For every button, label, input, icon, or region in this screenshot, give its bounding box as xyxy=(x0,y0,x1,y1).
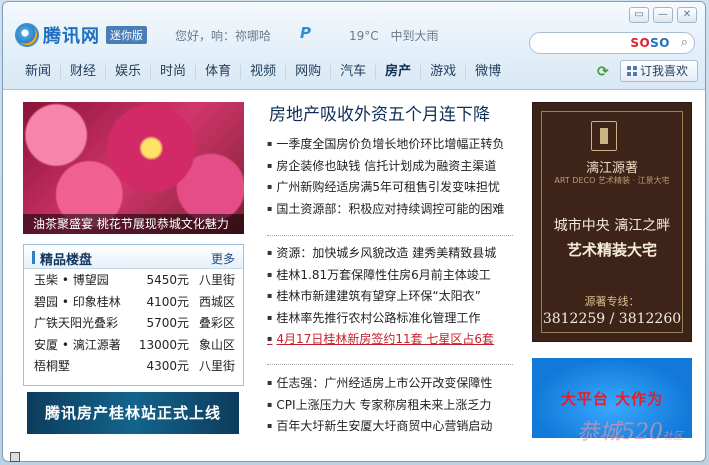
news-item[interactable]: 桂林市新建建筑有望穿上环保“太阳衣” xyxy=(267,285,517,307)
close-button[interactable]: ✕ xyxy=(677,7,697,23)
refresh-icon[interactable]: ⟳ xyxy=(597,64,609,80)
nav-item-weibo[interactable]: 微博 xyxy=(466,65,510,79)
news-item[interactable]: 资源：加快城乡风貌改造 建秀美精致县城 xyxy=(267,242,517,264)
property-row[interactable]: 碧园 • 印象桂林 4100元 西城区 xyxy=(24,291,243,313)
search-input[interactable]: SOSO ⌕ xyxy=(529,32,695,54)
weather-info[interactable]: 19°C 中到大雨 xyxy=(349,27,447,44)
minimize-button[interactable]: — xyxy=(653,7,673,23)
ad-slogan-main: 艺术精装大宅 xyxy=(566,241,657,259)
news-item[interactable]: 一季度全国房价负增长地价环比增幅正转负 xyxy=(267,133,517,155)
taskbar-app-icon[interactable] xyxy=(10,452,20,462)
channel-nav: 新闻 财经 娱乐 时尚 体育 视频 网购 汽车 房产 游戏 微博 xyxy=(17,60,510,84)
nav-item-house[interactable]: 房产 xyxy=(376,65,422,79)
property-name[interactable]: 广铁天阳光叠彩 xyxy=(34,314,129,331)
nav-item-entertainment[interactable]: 娱乐 xyxy=(106,65,152,79)
featured-properties-title: 精品楼盘 xyxy=(40,253,93,268)
nav-item-sports[interactable]: 体育 xyxy=(196,65,242,79)
news-item[interactable]: 广州新购经适房满5年可租售引发变味担忧 xyxy=(267,176,517,198)
property-row[interactable]: 梧桐墅 4300元 八里街 xyxy=(24,355,243,377)
soso-logo: SOSO xyxy=(630,36,670,50)
property-name[interactable]: 梧桐墅 xyxy=(34,357,129,374)
ad-slogan: 城市中央 漓江之畔 xyxy=(553,218,671,234)
platform-ad-text: 大平台 大作为 xyxy=(560,390,664,408)
news-item[interactable]: 桂林率先推行农村公路标准化管理工作 xyxy=(267,307,517,329)
news-list-market: 任志强：广州经适房上市公开改变保障性 CPI上涨压力大 专家称房租未来上涨乏力 … xyxy=(267,372,517,437)
news-item[interactable]: 桂林1.81万套保障性住房6月前主体竣工 xyxy=(267,264,517,286)
skin-button[interactable]: ▭ xyxy=(629,7,649,23)
nav-item-finance[interactable]: 财经 xyxy=(61,65,107,79)
nav-item-news[interactable]: 新闻 xyxy=(17,65,62,79)
customize-button[interactable]: 订我喜欢 xyxy=(620,60,698,82)
news-item[interactable]: CPI上涨压力大 专家称房租未来上涨乏力 xyxy=(267,394,517,416)
featured-properties-header: 精品楼盘 更多 xyxy=(24,245,243,269)
news-item-highlight[interactable]: 4月17日桂林新房签约11套 七星区占6套 xyxy=(267,328,517,350)
nav-item-auto[interactable]: 汽车 xyxy=(331,65,377,79)
featured-properties: 精品楼盘 更多 玉柴 • 博望园 5450元 八里街 碧园 • 印象桂林 410… xyxy=(23,244,244,386)
grid-icon xyxy=(627,66,637,76)
ad-brand-sub: ART DECO 艺术精装 · 江景大宅 xyxy=(554,176,670,185)
property-name[interactable]: 碧园 • 印象桂林 xyxy=(34,293,129,310)
property-name[interactable]: 玉柴 • 博望园 xyxy=(34,271,129,288)
tencent-logo[interactable]: 腾讯网 迷你版 xyxy=(15,22,147,48)
headline[interactable]: 房地产吸收外资五个月连下降 xyxy=(269,100,519,125)
property-district: 八里街 xyxy=(198,359,235,374)
property-name[interactable]: 安厦 • 漓江源著 xyxy=(34,336,129,353)
nav-item-shopping[interactable]: 网购 xyxy=(286,65,332,79)
more-link[interactable]: 更多 xyxy=(211,250,235,267)
weather-temperature: 19°C xyxy=(349,29,379,43)
property-price: 4300元 xyxy=(146,359,189,374)
nav-item-video[interactable]: 视频 xyxy=(241,65,287,79)
section-marker xyxy=(32,251,35,264)
ad-brand: 漓江源著 xyxy=(585,161,638,176)
property-district: 象山区 xyxy=(198,337,235,352)
property-district: 西城区 xyxy=(198,294,235,309)
mini-news-window: 腾讯网 迷你版 您好，响：祢哪哈 P 19°C 中到大雨 ▭ — ✕ SOSO … xyxy=(2,1,706,462)
header: 腾讯网 迷你版 您好，响：祢哪哈 P 19°C 中到大雨 ▭ — ✕ SOSO … xyxy=(3,2,705,90)
property-district: 八里街 xyxy=(198,273,235,288)
mini-version-badge: 迷你版 xyxy=(106,26,147,44)
news-item[interactable]: 任志强：广州经适房上市公开改变保障性 xyxy=(267,372,517,394)
divider xyxy=(267,364,513,365)
logo-text: 腾讯网 xyxy=(43,26,100,47)
news-list-local: 资源：加快城乡风貌改造 建秀美精致县城 桂林1.81万套保障性住房6月前主体竣工… xyxy=(267,242,517,350)
property-price: 5450元 xyxy=(146,273,189,288)
news-item[interactable]: 国土资源部：积极应对持续调控可能的困难 xyxy=(267,198,517,220)
property-district: 叠彩区 xyxy=(198,316,235,331)
property-row[interactable]: 广铁天阳光叠彩 5700元 叠彩区 xyxy=(24,312,243,334)
nav-item-fashion[interactable]: 时尚 xyxy=(151,65,197,79)
property-row[interactable]: 玉柴 • 博望园 5450元 八里街 xyxy=(24,269,243,291)
property-row[interactable]: 安厦 • 漓江源著 13000元 象山区 xyxy=(24,334,243,356)
window-controls: ▭ — ✕ xyxy=(629,7,697,23)
property-ad[interactable]: 漓江源著 ART DECO 艺术精装 · 江景大宅 城市中央 漓江之畔 艺术精装… xyxy=(532,102,692,342)
news-list-national: 一季度全国房价负增长地价环比增幅正转负 房企装修也缺钱 信托计划成为融资主渠道 … xyxy=(267,133,517,219)
feature-banner[interactable]: 油茶聚盛宴 桃花节展现恭城文化魅力 xyxy=(23,102,244,234)
banner-caption[interactable]: 油茶聚盛宴 桃花节展现恭城文化魅力 xyxy=(23,214,244,234)
launch-banner[interactable]: 腾讯房产桂林站正式上线 xyxy=(27,392,239,434)
ad-hotline-label: 源著专线： xyxy=(584,295,640,308)
tencent-logo-icon xyxy=(15,23,39,47)
weather-icon: P xyxy=(300,24,311,42)
property-price: 4100元 xyxy=(146,294,189,309)
ad-hotline: 3812259 / 3812260 xyxy=(542,311,682,327)
divider xyxy=(267,235,513,236)
property-price: 5700元 xyxy=(146,316,189,331)
news-item[interactable]: 房企装修也缺钱 信托计划成为融资主渠道 xyxy=(267,155,517,177)
search-icon[interactable]: ⌕ xyxy=(681,35,688,50)
news-item[interactable]: 百年大圩新生安厦大圩商贸中心营销启动 xyxy=(267,415,517,437)
nav-item-games[interactable]: 游戏 xyxy=(421,65,467,79)
user-greeting[interactable]: 您好，响：祢哪哈 xyxy=(175,27,271,44)
property-logo-icon xyxy=(591,121,617,151)
weather-condition: 中到大雨 xyxy=(390,29,439,43)
site-watermark: 恭城520社区 xyxy=(577,420,683,445)
property-price: 13000元 xyxy=(138,337,189,352)
